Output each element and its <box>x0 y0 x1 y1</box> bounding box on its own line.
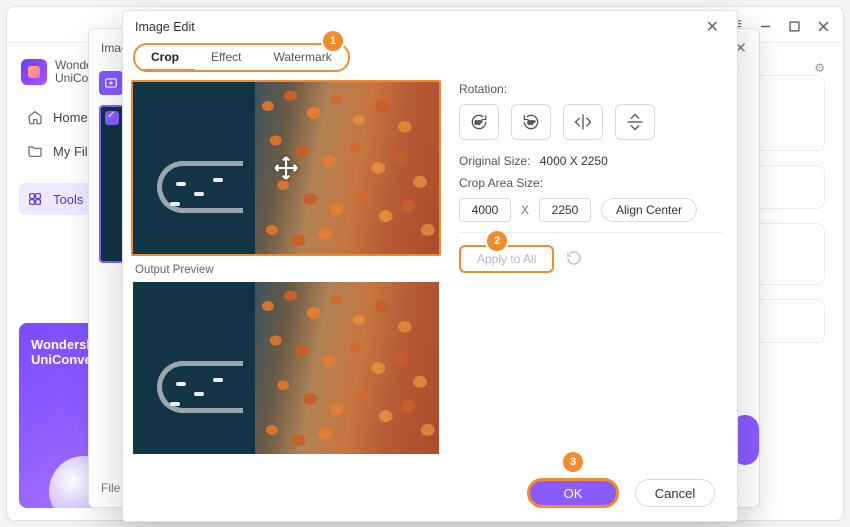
move-cursor-icon <box>273 155 299 181</box>
rotation-label: Rotation: <box>459 82 723 96</box>
rotate-ccw-button[interactable]: 90° <box>511 104 551 140</box>
crop-height-input[interactable] <box>539 198 591 222</box>
image-edit-dialog: Image Edit ✕ 1 Crop Effect Watermark <box>122 10 738 522</box>
tools-icon <box>27 191 43 207</box>
output-preview-label: Output Preview <box>135 264 437 276</box>
flip-vertical-button[interactable] <box>615 104 655 140</box>
svg-text:90°: 90° <box>528 121 536 127</box>
x-separator: X <box>521 203 529 217</box>
tab-crop[interactable]: Crop <box>135 45 195 71</box>
crop-width-input[interactable] <box>459 198 511 222</box>
step-badge-1: 1 <box>323 31 343 51</box>
crop-preview[interactable] <box>131 80 441 256</box>
step-badge-3: 3 <box>563 452 583 472</box>
add-image-button[interactable] <box>99 71 123 95</box>
ok-button[interactable]: OK <box>527 478 619 508</box>
original-size-value: 4000 X 2250 <box>540 154 608 168</box>
step-badge-2: 2 <box>487 231 507 251</box>
align-center-button[interactable]: Align Center <box>601 198 697 222</box>
crop-area-label: Crop Area Size: <box>459 176 723 190</box>
sidebar-item-label: Tools <box>53 192 83 207</box>
close-icon[interactable] <box>818 19 829 30</box>
minimize-icon[interactable] <box>760 19 771 30</box>
sidebar-item-label: Home <box>53 110 88 125</box>
reset-icon[interactable] <box>566 250 582 269</box>
maximize-icon[interactable] <box>789 19 800 30</box>
close-icon[interactable]: ✕ <box>700 15 725 39</box>
rotate-cw-button[interactable]: 90° <box>459 104 499 140</box>
apply-to-all-button[interactable]: Apply to All <box>459 245 554 273</box>
svg-text:90°: 90° <box>475 121 483 127</box>
brand-logo-icon <box>21 59 47 85</box>
edit-tabs: Crop Effect Watermark <box>133 43 350 72</box>
original-size-label: Original Size: <box>459 154 530 168</box>
output-preview <box>131 280 441 456</box>
settings-icon[interactable]: ⚙ <box>814 61 825 75</box>
home-icon <box>27 109 43 125</box>
checkbox-icon[interactable] <box>105 111 119 125</box>
flip-horizontal-button[interactable] <box>563 104 603 140</box>
cancel-button[interactable]: Cancel <box>635 479 715 507</box>
folder-icon <box>27 143 43 159</box>
tab-effect[interactable]: Effect <box>195 45 257 70</box>
dialog-title: Image Edit <box>135 20 195 34</box>
